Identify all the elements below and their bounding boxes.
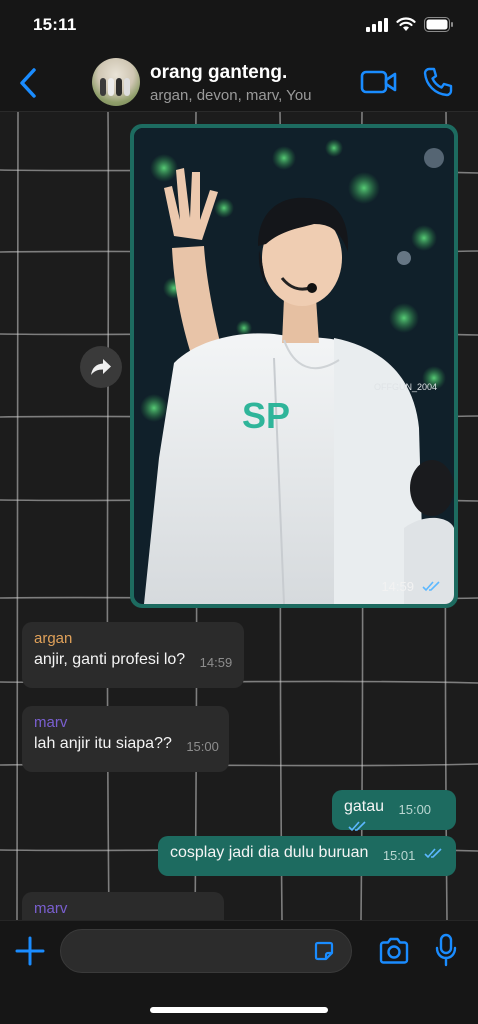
phone-call-icon[interactable] bbox=[422, 66, 454, 98]
photo-watermark: OFFGUN_2004 bbox=[374, 382, 437, 392]
message-time: 15:00 bbox=[186, 739, 219, 754]
group-name[interactable]: orang ganteng. bbox=[150, 62, 287, 84]
read-ticks-icon bbox=[422, 581, 440, 592]
wifi-icon bbox=[396, 17, 416, 31]
message-sender[interactable]: marv bbox=[34, 714, 219, 731]
message-bubble[interactable]: argan anjir, ganti profesi lo? 14:59 bbox=[22, 622, 244, 688]
concert-photo-illustration: SP OFFGUN_2004 bbox=[134, 128, 454, 604]
message-text: gatau bbox=[344, 798, 385, 815]
video-call-icon[interactable] bbox=[360, 68, 398, 96]
forward-icon bbox=[91, 359, 111, 375]
forward-button[interactable] bbox=[80, 346, 122, 388]
back-icon[interactable] bbox=[14, 66, 44, 100]
group-members[interactable]: argan, devon, marv, You bbox=[150, 87, 312, 104]
image-message-time: 14:59 bbox=[381, 579, 440, 594]
shirt-text: SP bbox=[242, 395, 290, 436]
status-icons bbox=[366, 17, 454, 32]
read-ticks-icon bbox=[348, 821, 366, 832]
status-time: 15:11 bbox=[33, 15, 77, 34]
microphone-icon[interactable] bbox=[434, 933, 458, 967]
message-sender[interactable]: argan bbox=[34, 630, 234, 647]
image-message[interactable]: SP OFFGUN_2004 14:59 bbox=[130, 124, 458, 608]
concert-photo[interactable]: SP OFFGUN_2004 14:59 bbox=[134, 128, 454, 604]
chat-header: orang ganteng. argan, devon, marv, You bbox=[0, 52, 478, 112]
message-time: 14:59 bbox=[199, 655, 233, 670]
camera-icon[interactable] bbox=[378, 937, 410, 965]
message-time: 15:01 bbox=[382, 848, 416, 863]
message-bubble[interactable]: cosplay jadi dia dulu buruan 15:01 bbox=[158, 836, 456, 876]
battery-icon bbox=[424, 17, 453, 32]
home-indicator bbox=[150, 1007, 328, 1013]
message-input[interactable] bbox=[60, 929, 352, 973]
message-sender[interactable]: marv bbox=[34, 900, 214, 917]
chat-area[interactable]: SP OFFGUN_2004 14:59 argan anjir, ganti … bbox=[0, 112, 478, 920]
message-bubble[interactable]: gatau 15:00 bbox=[332, 790, 456, 832]
read-ticks-icon bbox=[424, 848, 442, 859]
message-time: 15:00 bbox=[398, 802, 432, 817]
message-text: anjir, ganti profesi lo? bbox=[34, 651, 186, 668]
message-input-bar bbox=[0, 920, 478, 1024]
message-bubble[interactable]: marv bbox=[22, 892, 224, 920]
signal-icon bbox=[366, 17, 388, 32]
message-text: lah anjir itu siapa?? bbox=[34, 735, 172, 752]
message-bubble[interactable]: marv lah anjir itu siapa?? 15:00 bbox=[22, 706, 229, 772]
plus-icon[interactable] bbox=[14, 935, 46, 967]
group-avatar[interactable] bbox=[92, 58, 140, 106]
message-text: cosplay jadi dia dulu buruan bbox=[170, 844, 369, 861]
status-bar: 15:11 bbox=[0, 0, 478, 52]
sticker-icon[interactable] bbox=[312, 939, 336, 963]
